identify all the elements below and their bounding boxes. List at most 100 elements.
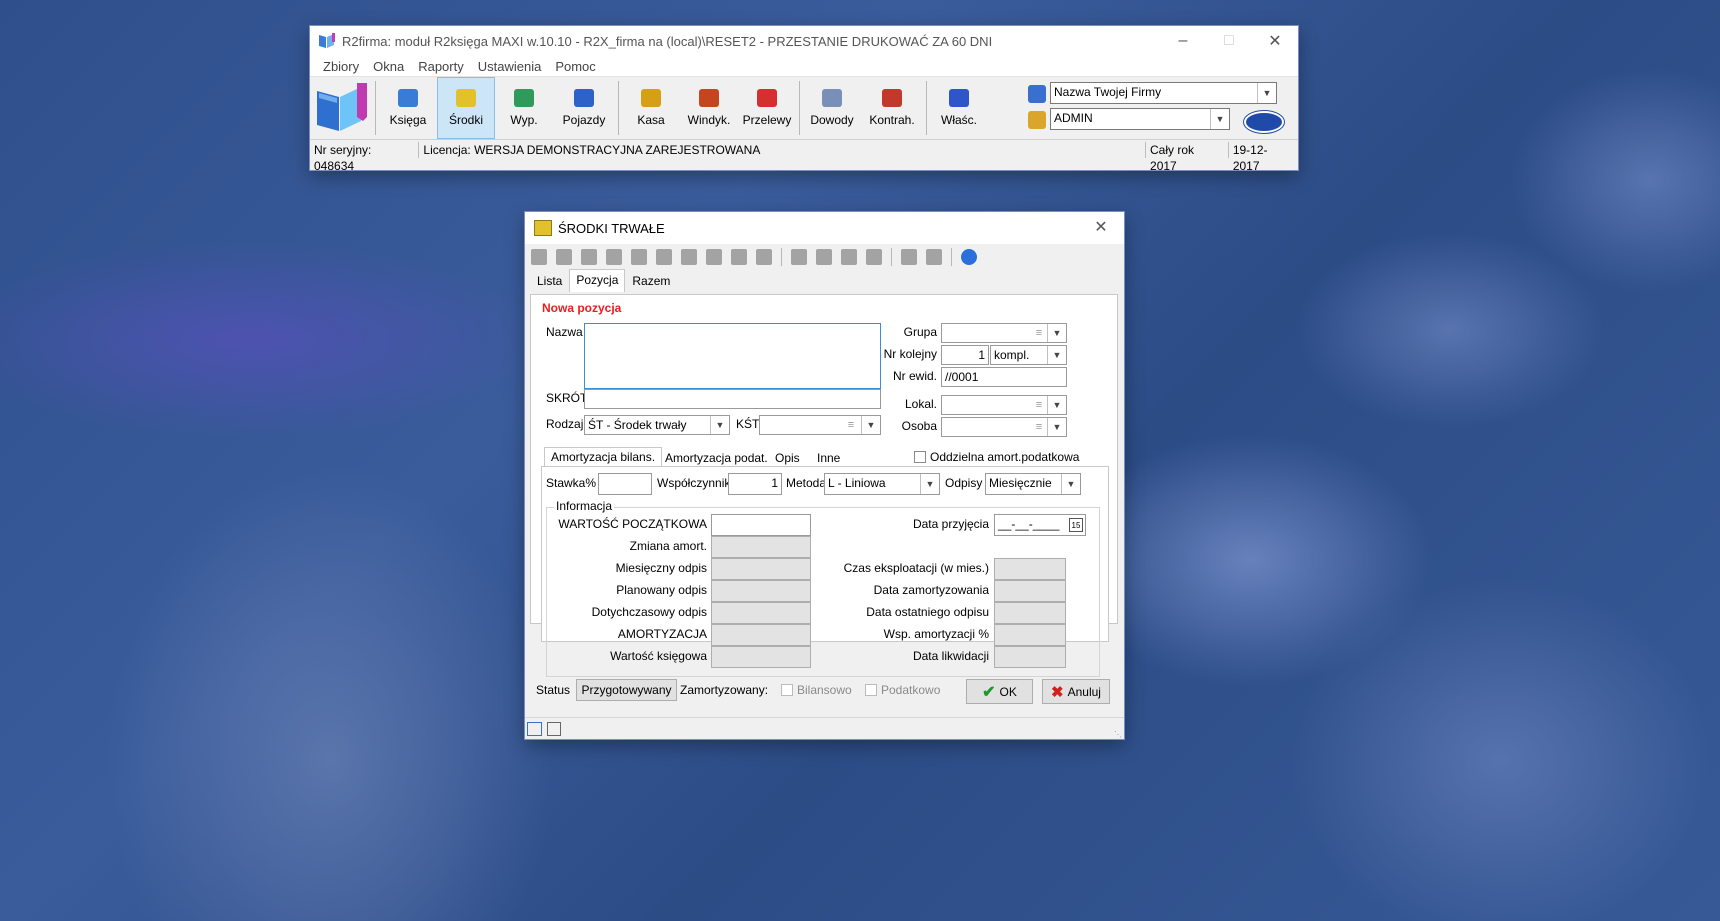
grupa-select[interactable]: ≡ ▼ bbox=[941, 323, 1067, 343]
refresh-icon[interactable] bbox=[656, 249, 672, 265]
toolbar-wyp-button[interactable]: Wyp. bbox=[495, 77, 553, 139]
chevron-down-icon[interactable]: ▼ bbox=[1047, 396, 1066, 414]
cash-register-icon bbox=[641, 89, 661, 107]
subtab-amortyzacja-podat[interactable]: Amortyzacja podat. bbox=[659, 449, 774, 467]
toolbar-ksiega-button[interactable]: Księga bbox=[379, 77, 437, 139]
wspolczynnik-input[interactable]: 1 bbox=[728, 473, 782, 495]
chevron-down-icon[interactable]: ▼ bbox=[1047, 418, 1066, 436]
oddzielna-checkbox[interactable] bbox=[914, 451, 926, 463]
chevron-down-icon[interactable]: ▼ bbox=[920, 474, 939, 494]
report-icon[interactable] bbox=[926, 249, 942, 265]
toolbar-dowody-button[interactable]: Dowody bbox=[803, 77, 861, 139]
skrot-input[interactable] bbox=[584, 389, 881, 409]
info-label: Data zamortyzowania bbox=[873, 583, 989, 597]
nr-kolejny-input[interactable]: 1 bbox=[941, 345, 989, 365]
status-label: Status bbox=[536, 683, 571, 697]
toolbar-przelewy-button[interactable]: Przelewy bbox=[738, 77, 796, 139]
calendar-icon[interactable]: 15 bbox=[1069, 518, 1083, 532]
first-record-icon[interactable] bbox=[531, 249, 547, 265]
bilansowo-checkbox[interactable] bbox=[781, 684, 793, 696]
list-icon[interactable]: ≡ bbox=[844, 416, 858, 434]
user-select[interactable]: ADMIN ▼ bbox=[1050, 108, 1230, 130]
menu-okna[interactable]: Okna bbox=[366, 59, 411, 74]
info-label: Dotychczasowy odpis bbox=[591, 605, 707, 619]
dialog-footer: ⋱ bbox=[525, 717, 1124, 740]
list-icon[interactable]: ≡ bbox=[1032, 418, 1046, 436]
subtab-inne[interactable]: Inne bbox=[811, 449, 846, 467]
resize-grip-icon[interactable]: ⋱ bbox=[1114, 730, 1122, 739]
kompl-select[interactable]: kompl. ▼ bbox=[990, 345, 1067, 365]
help-icon[interactable] bbox=[961, 249, 977, 265]
lokal-label: Lokal. bbox=[904, 397, 937, 411]
print-icon[interactable] bbox=[681, 249, 697, 265]
rodzaj-select[interactable]: ŚT - Środek trwały ▼ bbox=[584, 415, 730, 435]
podatkowo-checkbox[interactable] bbox=[865, 684, 877, 696]
copy-window-icon[interactable] bbox=[547, 722, 561, 736]
subtab-opis[interactable]: Opis bbox=[769, 449, 806, 467]
minimize-icon[interactable]: – bbox=[1160, 26, 1206, 56]
table-view-icon[interactable] bbox=[527, 722, 542, 736]
wartosc-poczatkowa-input[interactable] bbox=[711, 514, 811, 536]
list-icon[interactable]: ≡ bbox=[1032, 396, 1046, 414]
tab-pozycja[interactable]: Pozycja bbox=[569, 269, 626, 292]
data-przyjecia-input[interactable]: __-__-____ 15 bbox=[994, 514, 1086, 536]
subtab-amortyzacja-bilans[interactable]: Amortyzacja bilans. bbox=[544, 447, 663, 466]
document-icon[interactable] bbox=[791, 249, 807, 265]
delete-record-icon[interactable] bbox=[606, 249, 622, 265]
close-icon[interactable]: ✕ bbox=[1078, 212, 1124, 242]
status-button[interactable]: Przygotowywany bbox=[576, 679, 677, 701]
menu-ustawienia[interactable]: Ustawienia bbox=[471, 59, 549, 74]
subtab-content: Stawka% Współczynnik 1 Metoda L - Liniow… bbox=[541, 466, 1109, 677]
lokal-select[interactable]: ≡ ▼ bbox=[941, 395, 1067, 415]
ok-button[interactable]: ✔ OK bbox=[966, 679, 1033, 704]
export-icon[interactable] bbox=[841, 249, 857, 265]
chevron-down-icon[interactable]: ▼ bbox=[1047, 346, 1066, 364]
dialog-tabs: Lista Pozycja Razem bbox=[525, 269, 1124, 292]
list-icon[interactable]: ≡ bbox=[1032, 324, 1046, 342]
dialog-toolbar bbox=[525, 244, 1124, 270]
search-next-icon[interactable] bbox=[731, 249, 747, 265]
monitor-icon bbox=[534, 220, 552, 236]
cross-icon: ✖ bbox=[1051, 683, 1064, 701]
previous-record-icon[interactable] bbox=[556, 249, 572, 265]
chevron-down-icon[interactable]: ▼ bbox=[1061, 474, 1080, 494]
filter-icon[interactable] bbox=[756, 249, 772, 265]
close-icon[interactable]: ✕ bbox=[1252, 26, 1298, 56]
chevron-down-icon[interactable]: ▼ bbox=[1047, 324, 1066, 342]
odpisy-select[interactable]: Miesięcznie ▼ bbox=[985, 473, 1081, 495]
wsp-amortyzacji-field bbox=[994, 624, 1066, 646]
kst-select[interactable]: ≡ ▼ bbox=[759, 415, 881, 435]
toolbar-pojazdy-button[interactable]: Pojazdy bbox=[553, 77, 615, 139]
nr-ewid-input[interactable]: //0001 bbox=[941, 367, 1067, 387]
toolbar-wlasc-button[interactable]: Właśc. bbox=[930, 77, 988, 139]
add-record-icon[interactable] bbox=[581, 249, 597, 265]
tab-razem[interactable]: Razem bbox=[625, 270, 677, 292]
stawka-input[interactable] bbox=[598, 473, 652, 495]
toolbar-kasa-button[interactable]: Kasa bbox=[622, 77, 680, 139]
main-toolbar: Księga Środki Wyp. Pojazdy Kasa Windyk. … bbox=[310, 77, 1298, 140]
maximize-icon[interactable]: □ bbox=[1206, 26, 1252, 56]
cancel-button[interactable]: ✖ Anuluj bbox=[1042, 679, 1110, 704]
toolbar-kontrah-button[interactable]: Kontrah. bbox=[861, 77, 923, 139]
chevron-down-icon[interactable]: ▼ bbox=[1257, 83, 1276, 103]
menu-raporty[interactable]: Raporty bbox=[411, 59, 471, 74]
menu-zbiory[interactable]: Zbiory bbox=[316, 59, 366, 74]
metoda-select[interactable]: L - Liniowa ▼ bbox=[824, 473, 940, 495]
edit-record-icon[interactable] bbox=[631, 249, 647, 265]
toolbar-windyk-button[interactable]: Windyk. bbox=[680, 77, 738, 139]
date-text: 19-12-2017 bbox=[1232, 143, 1268, 173]
chevron-down-icon[interactable]: ▼ bbox=[1210, 109, 1229, 129]
menu-pomoc[interactable]: Pomoc bbox=[548, 59, 602, 74]
chevron-down-icon[interactable]: ▼ bbox=[710, 416, 729, 434]
tools-icon[interactable] bbox=[866, 249, 882, 265]
nazwa-input[interactable] bbox=[584, 323, 881, 389]
toolbar-srodki-button[interactable]: Środki bbox=[437, 77, 495, 139]
search-icon[interactable] bbox=[706, 249, 722, 265]
copy-icon[interactable] bbox=[901, 249, 917, 265]
company-select[interactable]: Nazwa Twojej Firmy ▼ bbox=[1050, 82, 1277, 104]
osoba-select[interactable]: ≡ ▼ bbox=[941, 417, 1067, 437]
import-icon[interactable] bbox=[816, 249, 832, 265]
tab-lista[interactable]: Lista bbox=[530, 270, 569, 292]
equipment-icon bbox=[514, 89, 534, 107]
info-label: Czas eksploatacji (w mies.) bbox=[843, 561, 989, 575]
